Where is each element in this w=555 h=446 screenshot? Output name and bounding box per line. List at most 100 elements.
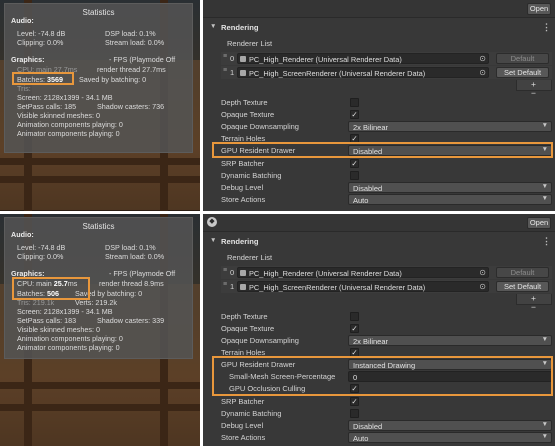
dynamic-batching-checkbox[interactable] (350, 409, 359, 418)
rendering-foldout[interactable]: ▼ Rendering ⋮ (203, 22, 555, 34)
opaque-texture-checkbox[interactable]: ✓ (350, 110, 359, 119)
set-default-button[interactable]: Set Default (496, 67, 549, 78)
audio-clipping: Clipping: 0.0% (17, 252, 64, 261)
opaque-texture-row: Opaque Texture ✓ (203, 322, 555, 334)
opaque-texture-row: Opaque Texture ✓ (203, 108, 555, 120)
animator-components: Animator components playing: 0 (17, 343, 120, 352)
object-picker-icon[interactable]: ⊙ (479, 54, 486, 63)
opaque-downsampling-dropdown[interactable]: 2x Bilinear ▼ (348, 335, 552, 346)
renderer-object-field[interactable]: PC_High_Renderer (Universal Renderer Dat… (237, 53, 489, 64)
opaque-downsampling-dropdown[interactable]: 2x Bilinear ▼ (348, 121, 552, 132)
row-label: Depth Texture (221, 98, 268, 107)
set-default-button[interactable]: Set Default (496, 281, 549, 292)
audio-header: Audio: (11, 16, 34, 25)
rendering-foldout[interactable]: ▼ Rendering ⋮ (203, 236, 555, 248)
visible-skinned: Visible skinned meshes: 0 (17, 325, 100, 334)
kebab-menu-icon[interactable]: ⋮ (542, 236, 551, 247)
dropdown-value: 2x Bilinear (353, 123, 389, 132)
asset-icon (240, 284, 246, 290)
game-view: Statistics Audio: Level: -74.8 dB DSP lo… (0, 0, 200, 211)
row-label: Dynamic Batching (221, 171, 282, 180)
screen: Screen: 2128x1399 - 34.1 MB (17, 307, 113, 316)
drag-handle-icon[interactable]: ≡ (223, 53, 227, 60)
store-actions-dropdown[interactable]: Auto ▼ (348, 432, 552, 443)
depth-texture-checkbox[interactable] (350, 312, 359, 321)
bottom-screenshot: Statistics Audio: Level: -74.8 dB DSP lo… (0, 214, 555, 446)
default-button[interactable]: Default (496, 267, 549, 278)
top-screenshot: Statistics Audio: Level: -74.8 dB DSP lo… (0, 0, 555, 211)
dropdown-value: Auto (353, 434, 369, 443)
debug-level-dropdown[interactable]: Disabled ▼ (348, 182, 552, 193)
drag-handle-icon[interactable]: ≡ (223, 281, 227, 288)
dropdown-value: Disabled (353, 184, 383, 193)
add-remove-buttons[interactable]: + − (516, 294, 552, 312)
renderer-name: PC_High_Renderer (Universal Renderer Dat… (249, 55, 402, 64)
game-view: Statistics Audio: Level: -74.8 dB DSP lo… (0, 214, 200, 446)
renderer-name: PC_High_ScreenRenderer (Universal Render… (249, 283, 426, 292)
debug-level-dropdown[interactable]: Disabled ▼ (348, 420, 552, 431)
audio-level: Level: -74.8 dB (17, 29, 66, 38)
srp-batcher-checkbox[interactable]: ✓ (350, 397, 359, 406)
renderer-list-row[interactable]: ≡ 0 PC_High_Renderer (Universal Renderer… (221, 266, 552, 279)
row-label: Debug Level (221, 183, 264, 192)
dropdown-caret-icon: ▼ (541, 122, 548, 129)
animation-components: Animation components playing: 0 (17, 334, 123, 343)
renderer-list-label: Renderer List (227, 39, 273, 48)
visible-skinned: Visible skinned meshes: 0 (17, 111, 100, 120)
dropdown-value: Auto (353, 196, 369, 205)
renderer-list-row[interactable]: ≡ 1 PC_High_ScreenRenderer (Universal Re… (221, 66, 552, 79)
object-picker-icon[interactable]: ⊙ (479, 268, 486, 277)
default-button[interactable]: Default (496, 53, 549, 64)
store-actions-dropdown[interactable]: Auto ▼ (348, 194, 552, 205)
srp-batcher-row: SRP Batcher ✓ (203, 157, 555, 169)
kebab-menu-icon[interactable]: ⋮ (542, 22, 551, 33)
fps: - FPS (Playmode Off (109, 269, 176, 278)
object-picker-icon[interactable]: ⊙ (479, 282, 486, 291)
animator-components: Animator components playing: 0 (17, 129, 120, 138)
add-remove-buttons[interactable]: + − (516, 80, 552, 98)
section-title: Rendering (221, 237, 259, 246)
renderer-index: 0 (230, 268, 235, 277)
renderer-object-field[interactable]: PC_High_Renderer (Universal Renderer Dat… (237, 267, 489, 278)
renderer-list-label: Renderer List (227, 253, 273, 262)
opaque-texture-checkbox[interactable]: ✓ (350, 324, 359, 333)
open-button[interactable]: Open (527, 217, 551, 229)
inspector-panel: ◆ Open ▼ Rendering ⋮ Renderer List ≡ 0 P… (203, 214, 555, 446)
renderer-object-field[interactable]: PC_High_ScreenRenderer (Universal Render… (237, 281, 489, 292)
render-thread: render thread 27.7ms (97, 65, 166, 74)
dsp-load: DSP load: 0.1% (105, 29, 156, 38)
batches-highlight (12, 72, 74, 85)
srp-batcher-checkbox[interactable]: ✓ (350, 159, 359, 168)
dynamic-batching-checkbox[interactable] (350, 171, 359, 180)
audio-clipping: Clipping: 0.0% (17, 38, 64, 47)
screen: Screen: 2128x1399 - 34.1 MB (17, 93, 113, 102)
drag-handle-icon[interactable]: ≡ (223, 267, 227, 274)
depth-texture-checkbox[interactable] (350, 98, 359, 107)
audio-level: Level: -74.8 dB (17, 243, 66, 252)
drag-handle-icon[interactable]: ≡ (223, 67, 227, 74)
stream-load: Stream load: 0.0% (105, 38, 165, 47)
store-actions-row: Store Actions Auto ▼ (203, 193, 555, 205)
statistics-overlay: Statistics Audio: Level: -74.8 dB DSP lo… (4, 217, 193, 359)
animation-components: Animation components playing: 0 (17, 120, 123, 129)
renderer-list-label-row: Renderer List (203, 251, 555, 263)
dropdown-caret-icon: ▼ (541, 421, 548, 428)
asset-icon (240, 56, 246, 62)
dynamic-batching-row: Dynamic Batching (203, 169, 555, 181)
srp-batcher-row: SRP Batcher ✓ (203, 395, 555, 407)
foldout-arrow-icon: ▼ (210, 237, 217, 244)
open-button[interactable]: Open (527, 3, 551, 15)
object-picker-icon[interactable]: ⊙ (479, 68, 486, 77)
renderer-object-field[interactable]: PC_High_ScreenRenderer (Universal Render… (237, 67, 489, 78)
render-thread: render thread 8.9ms (99, 279, 164, 288)
renderer-list-row[interactable]: ≡ 1 PC_High_ScreenRenderer (Universal Re… (221, 280, 552, 293)
dropdown-caret-icon: ▼ (541, 195, 548, 202)
tris: Tris: (17, 84, 31, 93)
renderer-index: 1 (230, 282, 235, 291)
audio-header: Audio: (11, 230, 34, 239)
gpu-resident-drawer-highlight (212, 356, 553, 396)
renderer-list-row[interactable]: ≡ 0 PC_High_Renderer (Universal Renderer… (221, 52, 552, 65)
setpass-calls: SetPass calls: 185 (17, 102, 77, 111)
dropdown-caret-icon: ▼ (541, 433, 548, 440)
inspector-header: Open (203, 0, 555, 18)
